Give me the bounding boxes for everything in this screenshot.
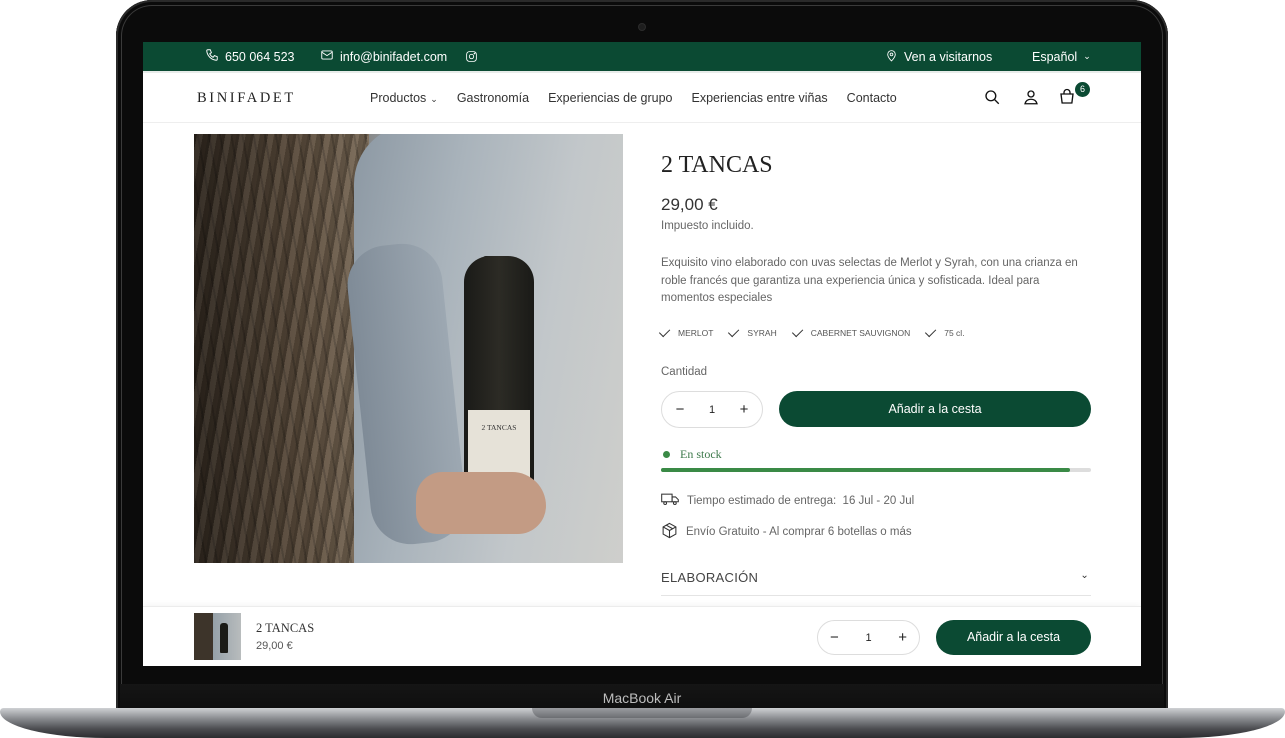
chevron-down-icon: ⌄ bbox=[1083, 51, 1091, 61]
visit-link[interactable]: Ven a visitarnos bbox=[885, 42, 992, 71]
quantity-input[interactable]: 1 bbox=[709, 404, 715, 416]
phone-number: 650 064 523 bbox=[225, 49, 295, 64]
product-image[interactable]: 2 TANCAS bbox=[194, 134, 623, 563]
sticky-title: 2 TANCAS bbox=[256, 621, 315, 635]
stock-status: En stock bbox=[663, 447, 722, 462]
quantity-label: Cantidad bbox=[661, 366, 708, 378]
nav-item-label: Productos bbox=[370, 91, 427, 105]
email-link[interactable]: info@binifadet.com bbox=[320, 42, 447, 71]
check-icon bbox=[728, 325, 740, 338]
top-bar: 650 064 523 info@binifadet.com Ven a vis… bbox=[143, 42, 1141, 71]
tag-label: 75 cl. bbox=[944, 328, 965, 338]
language-label: Español bbox=[1032, 49, 1078, 64]
hand bbox=[416, 472, 546, 534]
tag-item: CABERNET SAUVIGNON bbox=[791, 325, 911, 338]
tag-item: MERLOT bbox=[658, 325, 714, 338]
nav-item-contacto[interactable]: Contacto bbox=[847, 91, 897, 105]
tag-label: SYRAH bbox=[747, 328, 777, 338]
quantity-stepper: − 1 + bbox=[661, 391, 763, 428]
tag-item: 75 cl. bbox=[925, 325, 965, 338]
camera-icon bbox=[639, 24, 645, 30]
package-icon bbox=[661, 522, 678, 542]
account-icon[interactable] bbox=[1022, 88, 1042, 108]
cart-count-badge: 6 bbox=[1075, 82, 1090, 97]
nav-item-productos[interactable]: Productos ⌄ bbox=[370, 91, 438, 105]
delivery-text: Tiempo estimado de entrega: 16 Jul - 20 … bbox=[687, 494, 915, 507]
bottle-label: 2 TANCAS bbox=[468, 410, 530, 478]
check-icon bbox=[791, 325, 803, 338]
tree-bark bbox=[194, 134, 369, 563]
product-description: Exquisito vino elaborado con uvas select… bbox=[661, 257, 1078, 304]
tag-label: CABERNET SAUVIGNON bbox=[810, 328, 911, 338]
product-thumbnail bbox=[194, 613, 241, 660]
nav-item-experiencias-grupo[interactable]: Experiencias de grupo bbox=[548, 91, 672, 105]
check-icon bbox=[658, 325, 671, 338]
instagram-icon[interactable] bbox=[465, 42, 478, 71]
shipping-text: Envío Gratuito - Al comprar 6 botellas o… bbox=[686, 526, 912, 538]
sticky-add-to-cart-button[interactable]: Añadir a la cesta bbox=[936, 620, 1091, 655]
shipping-info: Envío Gratuito - Al comprar 6 botellas o… bbox=[661, 522, 912, 542]
visit-label: Ven a visitarnos bbox=[904, 49, 993, 64]
phone-link[interactable]: 650 064 523 bbox=[205, 42, 295, 71]
phone-icon bbox=[205, 48, 219, 65]
product-title: 2 TANCAS bbox=[661, 152, 773, 178]
stock-dot-icon bbox=[663, 451, 670, 458]
quantity-input[interactable]: 1 bbox=[865, 632, 871, 644]
check-icon bbox=[925, 325, 937, 338]
tag-item: SYRAH bbox=[728, 325, 777, 338]
chevron-down-icon: ⌄ bbox=[1080, 570, 1089, 581]
email-address: info@binifadet.com bbox=[340, 49, 448, 64]
main-nav: BINIFADET Productos ⌄ Gastronomía Experie… bbox=[143, 73, 1141, 123]
accordion-elaboracion[interactable]: ELABORACIÓN ⌄ bbox=[661, 570, 1091, 596]
search-icon[interactable] bbox=[983, 88, 1003, 108]
browser-screen: 650 064 523 info@binifadet.com Ven a vis… bbox=[143, 42, 1141, 666]
laptop-notch bbox=[532, 708, 752, 718]
nav-item-gastronomia[interactable]: Gastronomía bbox=[457, 91, 529, 105]
stock-label: En stock bbox=[680, 447, 722, 461]
increase-button[interactable]: + bbox=[898, 629, 907, 646]
increase-button[interactable]: + bbox=[738, 401, 750, 418]
add-to-cart-button[interactable]: Añadir a la cesta bbox=[779, 391, 1091, 427]
tag-label: MERLOT bbox=[678, 328, 714, 338]
sticky-price: 29,00 € bbox=[256, 640, 293, 652]
stock-bar bbox=[661, 468, 1091, 472]
sticky-cart-bar: 2 TANCAS 29,00 € − 1 + Añadir a la cesta bbox=[143, 606, 1141, 666]
truck-icon bbox=[661, 491, 679, 510]
sticky-quantity-stepper: − 1 + bbox=[817, 620, 920, 655]
stock-bar-fill bbox=[661, 468, 1070, 472]
logo[interactable]: BINIFADET bbox=[197, 73, 296, 123]
tax-note: Impuesto incluido. bbox=[661, 220, 754, 232]
product-tags: MERLOT SYRAH CABERNET SAUVIGNON 75 cl. bbox=[658, 325, 965, 338]
nav-menu: Productos ⌄ Gastronomía Experiencias de g… bbox=[370, 73, 897, 123]
decrease-button[interactable]: − bbox=[830, 629, 839, 646]
decrease-button[interactable]: − bbox=[674, 401, 686, 418]
mail-icon bbox=[320, 48, 334, 65]
location-pin-icon bbox=[885, 49, 898, 65]
language-selector[interactable]: Español ⌄ bbox=[1032, 42, 1091, 71]
accordion-title: ELABORACIÓN bbox=[661, 570, 759, 585]
chevron-down-icon: ⌄ bbox=[430, 94, 438, 104]
delivery-info: Tiempo estimado de entrega: 16 Jul - 20 … bbox=[661, 491, 914, 510]
product-price: 29,00 € bbox=[661, 195, 718, 214]
nav-item-experiencias-vinas[interactable]: Experiencias entre viñas bbox=[691, 91, 827, 105]
